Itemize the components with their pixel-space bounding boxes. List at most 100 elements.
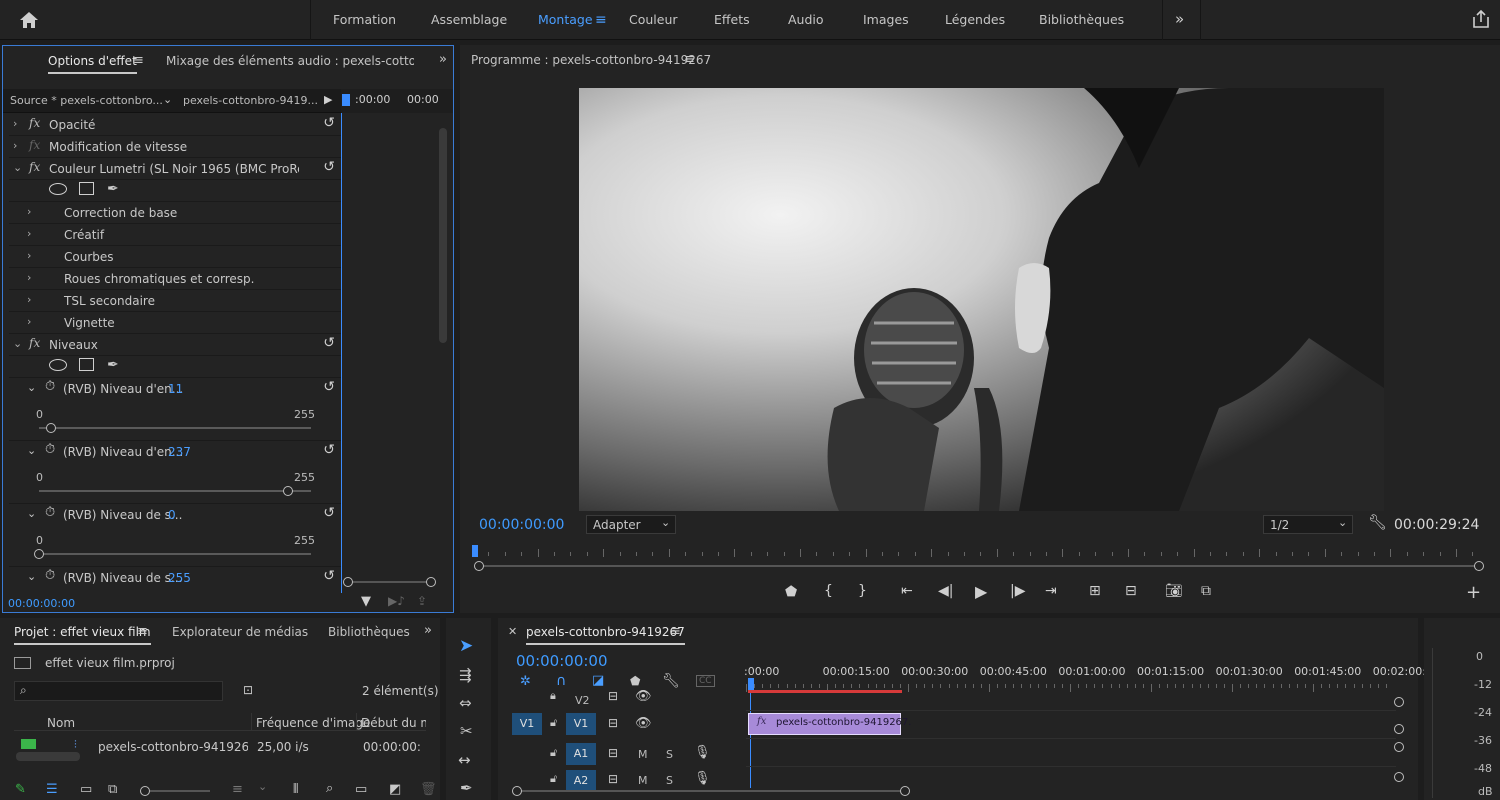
slider-knob[interactable] bbox=[282, 486, 293, 496]
razor-icon[interactable]: ✂ bbox=[460, 722, 473, 740]
lock-icon[interactable]: 🔒︎ bbox=[550, 689, 556, 703]
slider-track[interactable] bbox=[39, 553, 311, 555]
rectangle-mask-icon[interactable] bbox=[79, 182, 94, 195]
go-to-in-icon[interactable]: ⇤ bbox=[901, 583, 913, 599]
effect-row-basic-correction[interactable]: › Correction de base bbox=[9, 202, 341, 224]
playhead-marker[interactable] bbox=[342, 94, 350, 106]
zoom-handle-left[interactable] bbox=[474, 561, 484, 571]
zoom-handle-right[interactable] bbox=[1474, 561, 1484, 571]
pen-mask-icon[interactable]: ✒ bbox=[107, 181, 119, 197]
effect-row-creative[interactable]: › Créatif bbox=[9, 224, 341, 246]
slider-knob[interactable] bbox=[45, 423, 56, 433]
effect-row-levels[interactable]: ⌄ fx Niveaux ↺ bbox=[9, 334, 341, 356]
microphone-icon[interactable]: 🎙︎ bbox=[694, 745, 711, 760]
param-value[interactable]: 0 bbox=[168, 508, 176, 522]
effect-row-curves[interactable]: › Courbes bbox=[9, 246, 341, 268]
list-view-icon[interactable]: ☰ bbox=[46, 782, 58, 797]
fx-icon[interactable]: fx bbox=[29, 160, 40, 174]
fit-dropdown[interactable]: Adapter ⌄ bbox=[586, 515, 676, 534]
eye-icon[interactable]: 👁︎ bbox=[635, 716, 652, 731]
column-frame-rate[interactable]: Fréquence d'image bbox=[256, 716, 370, 730]
fx-icon[interactable]: fx bbox=[29, 336, 40, 350]
program-timecode-current[interactable]: 00:00:00:00 bbox=[479, 517, 564, 533]
tab-couleur[interactable]: Couleur bbox=[629, 12, 678, 27]
extract-icon[interactable]: ⊟ bbox=[1125, 583, 1137, 599]
chevron-right-icon[interactable]: › bbox=[27, 205, 31, 218]
tab-montage[interactable]: Montage bbox=[538, 12, 593, 27]
tab-effect-options[interactable]: Options d'effet bbox=[48, 54, 137, 74]
thumbnail-size-slider[interactable] bbox=[150, 790, 210, 792]
filter-icon[interactable]: ▼ bbox=[361, 594, 371, 609]
ripple-edit-icon[interactable]: ⇔ bbox=[459, 694, 472, 712]
effect-row-vignette[interactable]: › Vignette bbox=[9, 312, 341, 334]
mark-out-icon[interactable]: } bbox=[858, 583, 867, 599]
timeline-timecode[interactable]: 00:00:00:00 bbox=[516, 652, 608, 670]
slider-track[interactable] bbox=[39, 427, 311, 429]
mini-zoom-track[interactable] bbox=[346, 581, 431, 583]
param-value[interactable]: 237 bbox=[168, 445, 191, 459]
panel-menu-icon[interactable]: ≡ bbox=[684, 52, 695, 67]
scrub-ruler[interactable] bbox=[472, 547, 1482, 559]
rectangle-mask-icon[interactable] bbox=[79, 358, 94, 371]
chevron-down-icon[interactable]: ⌄ bbox=[27, 381, 36, 394]
sync-lock-icon[interactable]: ⊟ bbox=[608, 716, 618, 730]
menu-icon[interactable]: ≡ bbox=[595, 12, 607, 28]
tab-sequence[interactable]: pexels-cottonbro-9419267 bbox=[526, 625, 685, 645]
tab-images[interactable]: Images bbox=[863, 12, 909, 27]
param-value[interactable]: 255 bbox=[168, 571, 191, 585]
automate-icon[interactable]: ⫴ bbox=[293, 782, 298, 797]
selection-tool-icon[interactable]: ➤ bbox=[459, 636, 473, 656]
go-to-out-icon[interactable]: ⇥ bbox=[1045, 583, 1057, 599]
program-playhead[interactable] bbox=[472, 545, 478, 557]
resolution-dropdown[interactable]: 1/2 ⌄ bbox=[1263, 515, 1353, 534]
mark-in-icon[interactable]: { bbox=[824, 583, 833, 599]
chevron-right-icon[interactable]: › bbox=[13, 139, 17, 152]
more-panels-icon[interactable]: » bbox=[424, 623, 432, 638]
pen-mask-icon[interactable]: ✒ bbox=[107, 357, 119, 373]
tab-formation[interactable]: Formation bbox=[333, 12, 396, 27]
tab-effets[interactable]: Effets bbox=[714, 12, 750, 27]
chevron-right-icon[interactable]: › bbox=[27, 227, 31, 240]
chevron-right-icon[interactable]: › bbox=[27, 315, 31, 328]
zoom-handle-left[interactable] bbox=[512, 786, 522, 796]
effect-row-speed[interactable]: › fx Modification de vitesse bbox=[9, 136, 341, 158]
effect-scrollbar[interactable] bbox=[439, 128, 447, 343]
eye-icon[interactable]: 👁︎ bbox=[635, 689, 652, 704]
stopwatch-icon[interactable]: ⏱ bbox=[45, 568, 55, 583]
snap-icon[interactable]: ✲ bbox=[520, 674, 531, 689]
timeline-zoom-track[interactable] bbox=[520, 790, 900, 792]
mute-button[interactable]: M bbox=[638, 748, 648, 761]
more-panels-icon[interactable]: » bbox=[439, 52, 447, 67]
tab-project[interactable]: Projet : effet vieux film bbox=[14, 625, 151, 645]
track-target-a2[interactable]: A2 bbox=[566, 770, 596, 792]
effect-row-opacity[interactable]: › fx Opacité ↺ bbox=[9, 114, 341, 136]
track-target-a1[interactable]: A1 bbox=[566, 743, 596, 765]
chevron-down-icon[interactable]: ⌄ bbox=[258, 780, 267, 793]
lift-icon[interactable]: ⊞ bbox=[1089, 583, 1101, 599]
tab-audio-mixer[interactable]: Mixage des éléments audio : pexels-cotto… bbox=[166, 54, 414, 68]
track-scroll-knob[interactable] bbox=[1394, 772, 1404, 782]
track-scroll-knob[interactable] bbox=[1394, 697, 1404, 707]
effect-row-hsl[interactable]: › TSL secondaire bbox=[9, 290, 341, 312]
effect-timecode[interactable]: 00:00:00:00 bbox=[8, 597, 75, 610]
play-icon[interactable]: ▶ bbox=[975, 582, 987, 601]
video-clip[interactable]: fx pexels-cottonbro-9419267. bbox=[748, 713, 911, 735]
reset-icon[interactable]: ↺ bbox=[323, 335, 335, 351]
chevron-down-icon[interactable]: ⌄ bbox=[27, 507, 36, 520]
panel-menu-icon[interactable]: ≡ bbox=[670, 624, 681, 639]
zoom-handle-right[interactable] bbox=[900, 786, 910, 796]
param-value[interactable]: 11 bbox=[168, 382, 183, 396]
reset-icon[interactable]: ↺ bbox=[323, 159, 335, 175]
column-name[interactable]: Nom bbox=[47, 716, 75, 730]
solo-button[interactable]: S bbox=[666, 774, 673, 787]
track-target-v1[interactable]: V1 bbox=[566, 713, 596, 735]
freeform-view-icon[interactable]: ⧉ bbox=[108, 782, 117, 797]
marker-icon[interactable]: ⬟ bbox=[785, 584, 797, 600]
chevron-down-icon[interactable]: ⌄ bbox=[13, 161, 22, 174]
column-media-start[interactable]: Début du mé bbox=[361, 716, 426, 730]
compare-icon[interactable]: ⧉ bbox=[1201, 583, 1211, 599]
microphone-icon[interactable]: 🎙︎ bbox=[694, 771, 711, 786]
pencil-icon[interactable]: ✎ bbox=[15, 782, 26, 797]
zoom-handle-right[interactable] bbox=[426, 577, 436, 587]
mute-button[interactable]: M bbox=[638, 774, 648, 787]
